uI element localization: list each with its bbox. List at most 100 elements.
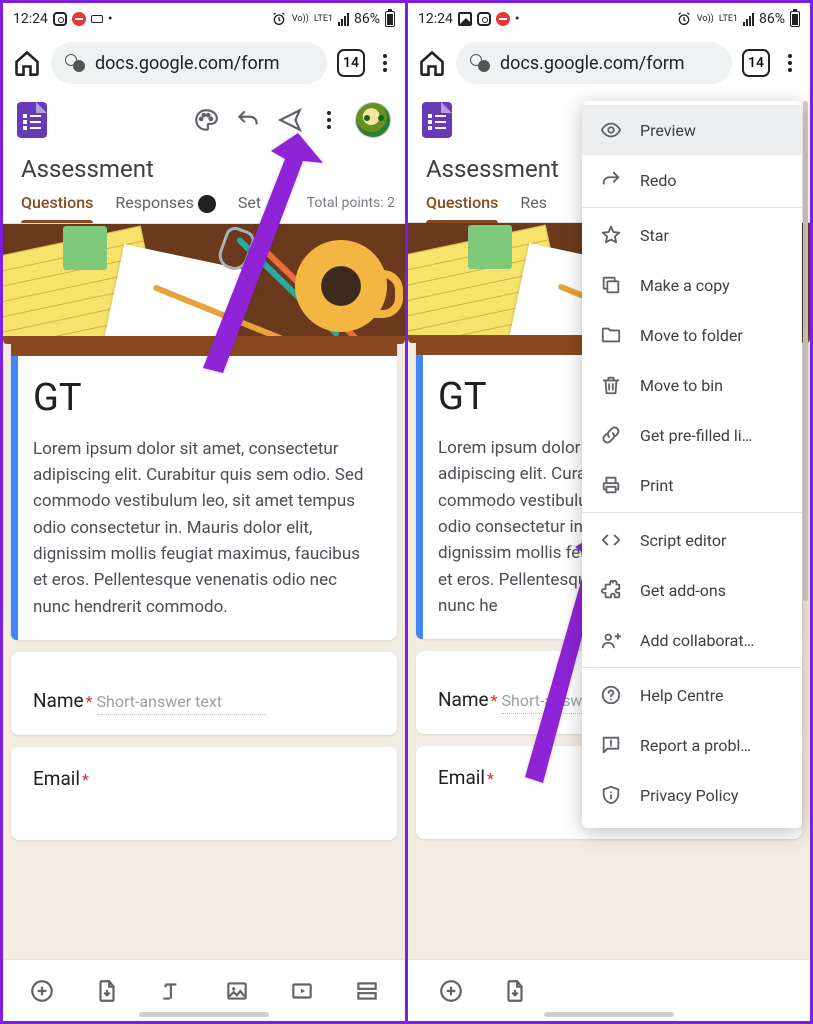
app-toolbar xyxy=(3,91,405,149)
menu-privacy[interactable]: Privacy Policy xyxy=(582,770,802,820)
title-card[interactable]: GT Lorem ipsum dolor sit amet, consectet… xyxy=(11,344,397,640)
header-image xyxy=(3,224,405,344)
browser-bar: docs.google.com/form 14 xyxy=(3,35,405,91)
menu-separator xyxy=(582,512,802,513)
google-forms-icon[interactable] xyxy=(17,102,47,138)
tab-responses[interactable]: Res xyxy=(520,193,547,222)
question-label: Name xyxy=(438,688,489,711)
menu-move-bin[interactable]: Move to bin xyxy=(582,360,802,410)
answer-placeholder: Short-answer text xyxy=(97,692,267,715)
import-questions-icon[interactable] xyxy=(92,976,122,1006)
document-title[interactable]: Assessment xyxy=(3,149,405,193)
battery-label: 86% xyxy=(759,11,785,27)
menu-script-editor[interactable]: Script editor xyxy=(582,515,802,565)
trash-icon xyxy=(600,374,622,396)
avatar[interactable] xyxy=(355,102,391,138)
home-icon[interactable] xyxy=(418,49,446,77)
nav-pill xyxy=(544,1012,674,1017)
feedback-icon xyxy=(600,734,622,756)
tab-questions[interactable]: Questions xyxy=(426,193,498,222)
add-question-icon[interactable] xyxy=(27,976,57,1006)
folder-icon xyxy=(600,324,622,346)
tab-responses[interactable]: Responses xyxy=(115,193,216,223)
menu-redo[interactable]: Redo xyxy=(582,155,802,205)
people-add-icon xyxy=(600,629,622,651)
more-menu-icon[interactable] xyxy=(319,111,339,129)
instagram-icon xyxy=(477,12,491,26)
status-bar: 12:24 • Vo)) LTE1 86% xyxy=(3,3,405,35)
add-video-icon[interactable] xyxy=(287,976,317,1006)
menu-help[interactable]: Help Centre xyxy=(582,670,802,720)
browser-bar: docs.google.com/form 14 xyxy=(408,35,810,91)
battery-icon xyxy=(385,11,395,27)
form-description[interactable]: Lorem ipsum dolor sit amet, consectetur … xyxy=(33,436,375,620)
network-label: LTE1 xyxy=(719,15,738,24)
menu-collaborators[interactable]: Add collaborat… xyxy=(582,615,802,665)
instagram-icon xyxy=(53,12,67,26)
menu-prefilled-link[interactable]: Get pre-filled li… xyxy=(582,410,802,460)
more-dot: • xyxy=(515,11,520,27)
menu-make-copy[interactable]: Make a copy xyxy=(582,260,802,310)
required-asterisk: * xyxy=(86,692,93,711)
required-asterisk: * xyxy=(487,769,494,788)
site-settings-icon[interactable] xyxy=(65,56,85,70)
tab-questions[interactable]: Questions xyxy=(21,193,93,222)
total-points-label: Total points: 2 xyxy=(307,195,395,211)
undo-icon[interactable] xyxy=(235,107,261,133)
tab-count-button[interactable]: 14 xyxy=(337,49,365,77)
question-card-email[interactable]: Email* xyxy=(11,747,397,840)
form-tabs: Questions Responses Set Total points: 2 xyxy=(3,193,405,224)
link-icon xyxy=(600,424,622,446)
scrollbar[interactable] xyxy=(803,101,808,601)
url-text: docs.google.com/form xyxy=(500,53,685,74)
question-label: Email xyxy=(33,767,80,790)
help-icon xyxy=(600,684,622,706)
add-image-icon[interactable] xyxy=(222,976,252,1006)
menu-separator xyxy=(582,207,802,208)
home-icon[interactable] xyxy=(13,49,41,77)
question-label: Email xyxy=(438,766,485,789)
url-box[interactable]: docs.google.com/form xyxy=(456,42,732,84)
copy-icon xyxy=(600,274,622,296)
eye-icon xyxy=(600,119,622,141)
required-asterisk: * xyxy=(491,691,498,710)
menu-report[interactable]: Report a probl… xyxy=(582,720,802,770)
menu-preview[interactable]: Preview xyxy=(582,105,802,155)
vowifi-icon: Vo)) xyxy=(697,15,714,24)
network-label: LTE1 xyxy=(314,15,333,24)
gallery-icon xyxy=(458,12,472,26)
star-icon xyxy=(600,224,622,246)
add-title-icon[interactable] xyxy=(157,976,187,1006)
add-section-icon[interactable] xyxy=(352,976,382,1006)
browser-menu-icon[interactable] xyxy=(375,54,395,72)
send-icon[interactable] xyxy=(277,107,303,133)
overflow-menu: Preview Redo Star Make a copy Move to fo… xyxy=(582,101,802,828)
menu-star[interactable]: Star xyxy=(582,210,802,260)
more-dot: • xyxy=(108,11,113,27)
menu-separator xyxy=(582,667,802,668)
vowifi-icon: Vo)) xyxy=(292,15,309,24)
question-card-name[interactable]: Name* Short-answer text xyxy=(11,652,397,735)
google-forms-icon[interactable] xyxy=(422,102,452,138)
redo-icon xyxy=(600,169,622,191)
stop-record-icon xyxy=(496,12,510,26)
import-questions-icon[interactable] xyxy=(500,976,530,1006)
tab-settings[interactable]: Set xyxy=(238,193,261,222)
menu-move-folder[interactable]: Move to folder xyxy=(582,310,802,360)
form-body: GT Lorem ipsum dolor sit amet, consectet… xyxy=(3,224,405,1021)
add-question-icon[interactable] xyxy=(436,976,466,1006)
tab-count-button[interactable]: 14 xyxy=(742,49,770,77)
puzzle-icon xyxy=(600,579,622,601)
dashboard-icon xyxy=(91,15,103,23)
site-settings-icon[interactable] xyxy=(470,56,490,70)
responses-badge xyxy=(198,195,216,213)
signal-icon xyxy=(743,13,754,26)
menu-addons[interactable]: Get add-ons xyxy=(582,565,802,615)
palette-icon[interactable] xyxy=(193,107,219,133)
browser-menu-icon[interactable] xyxy=(780,54,800,72)
status-time: 12:24 xyxy=(418,11,453,27)
menu-print[interactable]: Print xyxy=(582,460,802,510)
code-icon xyxy=(600,529,622,551)
form-title[interactable]: GT xyxy=(33,376,375,420)
url-box[interactable]: docs.google.com/form xyxy=(51,42,327,84)
